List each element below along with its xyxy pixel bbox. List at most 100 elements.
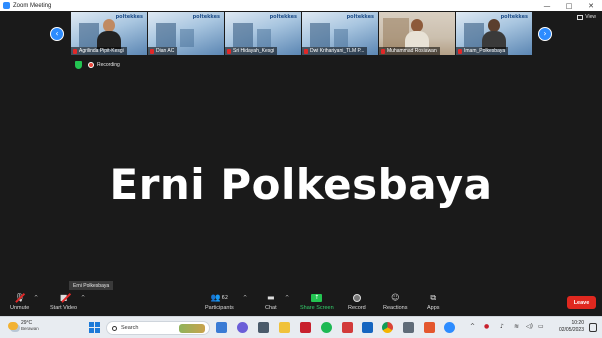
microphone-muted-icon: 🎙	[15, 292, 25, 303]
share-screen-button[interactable]: ↑ Share Screen	[300, 292, 334, 311]
start-video-button[interactable]: ■ Start Video	[50, 292, 77, 311]
apps-label: Apps	[427, 305, 440, 311]
video-tile[interactable]: poltekkes Imam_Polkesbaya	[456, 12, 532, 55]
video-tile[interactable]: Muhammad Rosiawan	[379, 12, 455, 55]
muted-mic-icon	[304, 48, 308, 54]
weather-widget[interactable]: 29°C Berawan	[8, 320, 39, 331]
mcafee-icon[interactable]	[300, 322, 311, 333]
taskbar-search-box[interactable]: Search	[106, 321, 210, 335]
tray-overflow-icon[interactable]: ^	[470, 323, 475, 330]
window-title: Zoom Meeting	[13, 2, 52, 9]
active-speaker-name: Erni Polkesbaya	[109, 160, 493, 209]
participant-video	[482, 19, 506, 49]
participant-video	[405, 19, 429, 49]
zoom-taskbar-icon[interactable]	[444, 322, 455, 333]
gallery-next-button[interactable]: ›	[538, 27, 552, 41]
chrome-icon[interactable]	[382, 322, 393, 333]
recording-dot-icon	[88, 62, 94, 68]
security-tray-icon[interactable]: ●	[484, 323, 489, 330]
participant-video	[97, 19, 121, 49]
reactions-button[interactable]: ☺ Reactions	[383, 292, 407, 311]
unmute-button[interactable]: 🎙 Unmute	[10, 292, 29, 311]
view-label: View	[585, 14, 596, 20]
search-highlight-image	[179, 324, 205, 333]
apps-button[interactable]: ⧉ Apps	[427, 292, 440, 312]
video-options-caret[interactable]: ^	[81, 295, 85, 301]
leave-button[interactable]: Leave	[567, 296, 596, 309]
background-building	[79, 23, 99, 47]
participant-name-label: Sri Hidayah_Kesgi	[225, 47, 278, 55]
muted-mic-icon	[73, 48, 77, 54]
video-tile[interactable]: poltekkes Sri Hidayah_Kesgi	[225, 12, 301, 55]
audio-options-caret[interactable]: ^	[34, 295, 38, 301]
weather-condition: Berawan	[21, 326, 39, 331]
search-label: Search	[121, 325, 139, 331]
security-shield-icon[interactable]	[75, 61, 82, 69]
zoom-window: Zoom Meeting — □ ✕ ‹ poltekkes Agrilinda…	[0, 0, 602, 338]
record-icon	[352, 292, 361, 303]
camera-off-icon: ■	[60, 292, 71, 303]
gallery-prev-button[interactable]: ‹	[50, 27, 64, 41]
volume-icon[interactable]: ◁)	[526, 323, 533, 330]
grid-view-icon	[577, 14, 584, 20]
participants-button[interactable]: 👥 62 Participants	[205, 292, 234, 311]
folder-icon[interactable]	[279, 322, 290, 333]
windows-start-icon[interactable]	[89, 322, 100, 333]
minimize-button[interactable]: —	[536, 0, 558, 11]
record-button[interactable]: Record	[348, 292, 366, 311]
chat-label: Chat	[265, 305, 277, 311]
participants-label: Participants	[205, 305, 234, 311]
search-icon	[112, 325, 117, 331]
spotify-icon[interactable]	[321, 322, 332, 333]
video-tile[interactable]: poltekkes Dian AC	[148, 12, 224, 55]
window-controls: — □ ✕	[536, 0, 602, 11]
outlook-icon[interactable]	[362, 322, 373, 333]
weather-cloudy-icon	[8, 321, 18, 330]
background-building	[310, 23, 330, 47]
chat-button[interactable]: ▬ Chat	[265, 292, 277, 311]
participant-name-label: Agrilinda Pipit-Kesgi	[71, 47, 127, 55]
participants-options-caret[interactable]: ^	[243, 295, 247, 301]
participant-name-label: Muhammad Rosiawan	[379, 47, 440, 55]
camera-app-icon[interactable]	[258, 322, 269, 333]
brand-text: poltekkes	[269, 14, 297, 20]
taskbar-clock[interactable]: 10:20 02/05/2023	[559, 320, 584, 334]
view-button[interactable]: View	[577, 14, 596, 20]
microphone-tray-icon[interactable]: ♪	[500, 323, 504, 330]
title-bar: Zoom Meeting — □ ✕	[0, 0, 602, 11]
record-label: Record	[348, 305, 366, 311]
pdf-reader-icon[interactable]	[424, 322, 435, 333]
file-explorer-icon[interactable]	[216, 322, 227, 333]
wifi-icon[interactable]: ≋	[514, 323, 519, 330]
close-button[interactable]: ✕	[580, 0, 602, 11]
brand-text: poltekkes	[192, 14, 220, 20]
background-building	[180, 29, 194, 47]
recording-indicator[interactable]: Recording	[88, 62, 120, 68]
video-tile[interactable]: poltekkes Dwi Krihariyani_TLM P...	[302, 12, 378, 55]
background-building	[156, 23, 176, 47]
brand-text: poltekkes	[346, 14, 374, 20]
reactions-smile-icon: ☺	[391, 293, 400, 302]
chat-options-caret[interactable]: ^	[285, 295, 289, 301]
gallery-strip: poltekkes Agrilinda Pipit-Kesgi poltekke…	[71, 12, 532, 55]
muted-mic-icon	[227, 48, 231, 54]
apps-icon: ⧉	[430, 292, 437, 302]
notification-icon[interactable]	[589, 323, 597, 332]
background-building	[233, 23, 253, 47]
recording-label: Recording	[97, 62, 120, 68]
background-building	[464, 23, 484, 47]
screenshot-tool-icon[interactable]	[403, 322, 414, 333]
clock-time: 10:20	[571, 320, 584, 326]
participant-name-label: Dwi Krihariyani_TLM P...	[302, 47, 368, 55]
muted-mic-icon	[150, 48, 154, 54]
background-building	[257, 29, 271, 47]
chat-bubble-icon: ▬	[267, 293, 275, 302]
windows-taskbar: 29°C Berawan Search ^ ● ♪ ≋ ◁) ▭ 10:20 0…	[0, 316, 602, 338]
maximize-button[interactable]: □	[558, 0, 580, 11]
antivirus-icon[interactable]	[342, 322, 353, 333]
participant-name-label: Imam_Polkesbaya	[456, 47, 509, 55]
battery-icon[interactable]: ▭	[538, 323, 544, 330]
video-tile[interactable]: poltekkes Agrilinda Pipit-Kesgi	[71, 12, 147, 55]
start-video-label: Start Video	[50, 305, 78, 311]
teams-chat-icon[interactable]	[237, 322, 248, 333]
